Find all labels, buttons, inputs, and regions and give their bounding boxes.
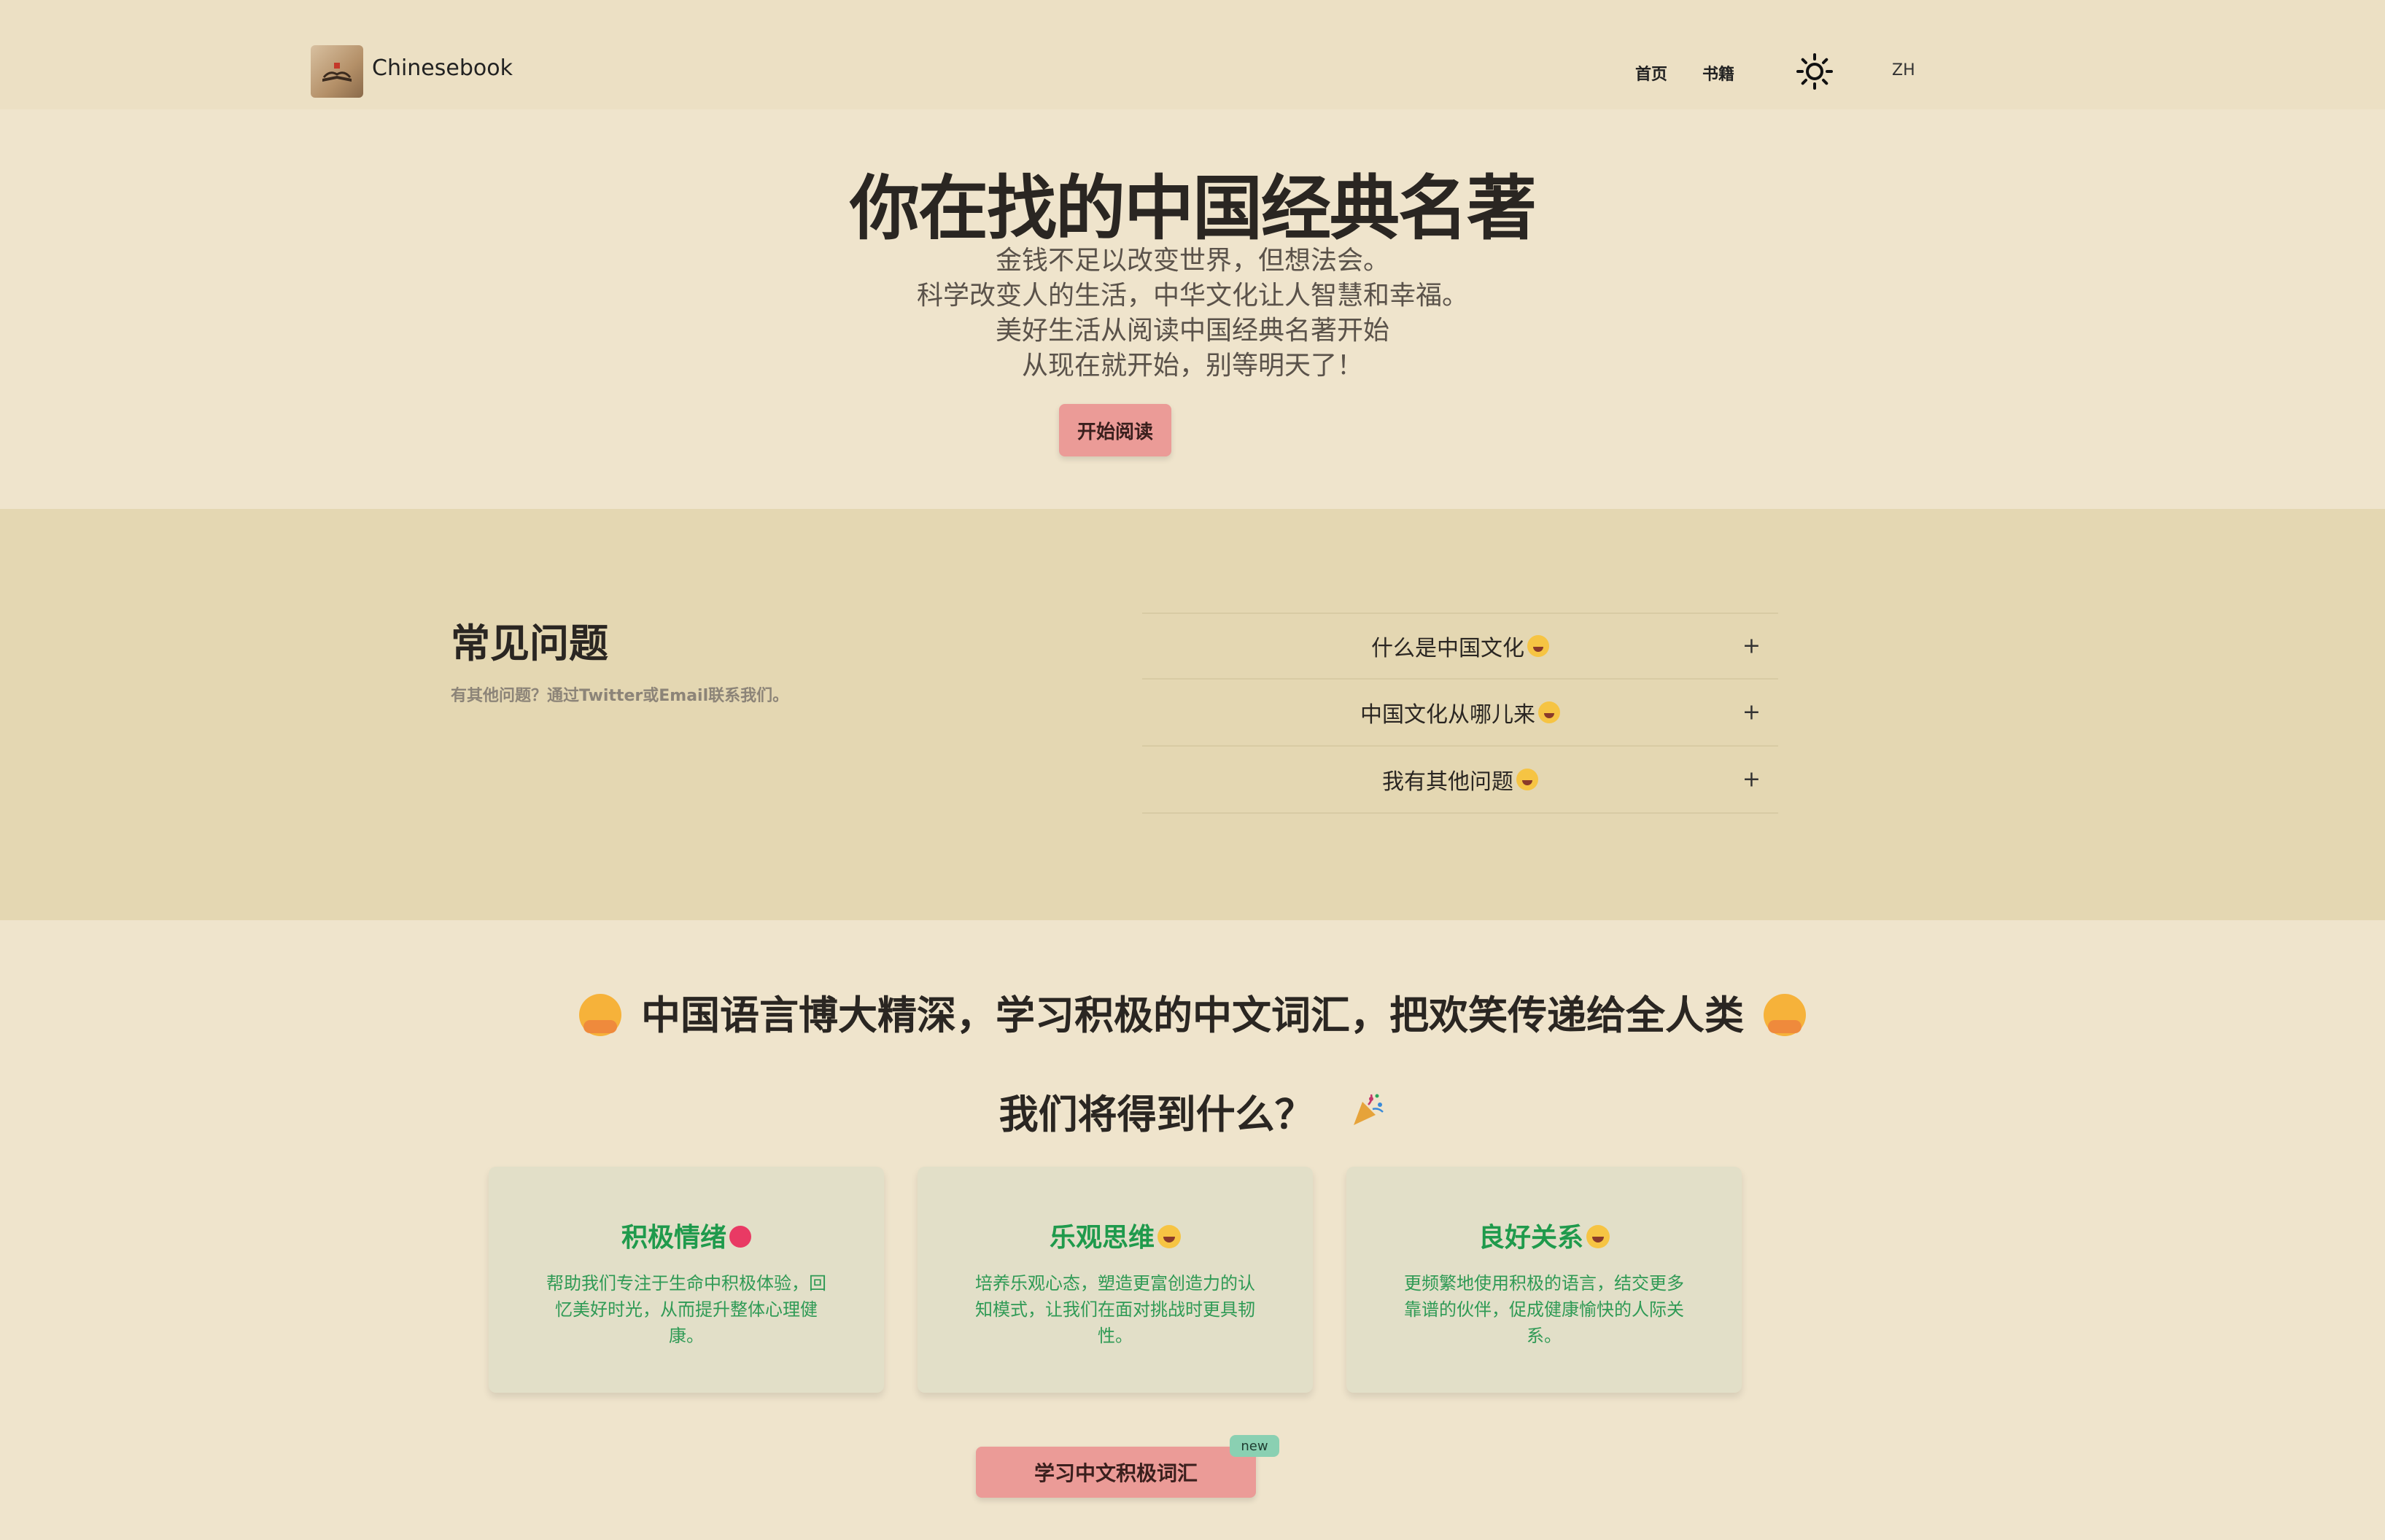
- faq-question: 中国文化从哪儿来: [1360, 702, 1535, 728]
- faq-title: 常见问题: [451, 621, 608, 666]
- benefit-card: 乐观思维 培养乐观心态，塑造更富创造力的认知模式，让我们在面对挑战时更具韧性。: [918, 1167, 1313, 1393]
- start-reading-button[interactable]: 开始阅读: [1059, 404, 1171, 456]
- hero-line: 科学改变人的生活，中华文化让人智慧和幸福。: [916, 281, 1468, 311]
- hero-line: 美好生活从阅读中国经典名著开始: [995, 316, 1389, 346]
- card-title: 良好关系: [1397, 1216, 1691, 1254]
- sun-icon[interactable]: [1796, 52, 1834, 90]
- language-switcher[interactable]: ZH: [1892, 61, 1915, 79]
- logo-book-icon[interactable]: [311, 45, 363, 98]
- new-badge: new: [1230, 1435, 1279, 1457]
- hugging-face-emoji-icon: [1763, 994, 1806, 1036]
- hero-title: 你在找的中国经典名著: [850, 168, 1537, 249]
- card-title: 乐观思维: [969, 1216, 1262, 1254]
- grinning-face-emoji-icon: [1516, 769, 1538, 790]
- smiling-face-emoji-icon: [1586, 1225, 1610, 1248]
- faq-item[interactable]: 中国文化从哪儿来 +: [1142, 680, 1778, 747]
- hero-description: 金钱不足以改变世界，但想法会。 科学改变人的生活，中华文化让人智慧和幸福。 美好…: [0, 244, 2385, 384]
- heart-emoji-icon: [729, 1226, 751, 1248]
- party-popper-emoji-icon: [1349, 1092, 1386, 1137]
- card-title-text: 积极情绪: [621, 1223, 726, 1253]
- faq-question: 我有其他问题: [1382, 769, 1513, 795]
- grinning-face-emoji-icon: [1157, 1225, 1181, 1248]
- tongue-face-emoji-icon: [1527, 635, 1549, 657]
- card-title-text: 良好关系: [1478, 1223, 1583, 1253]
- card-description: 更频繁地使用积极的语言，结交更多靠谱的伙伴，促成健康愉快的人际关系。: [1404, 1273, 1684, 1346]
- learn-vocab-button[interactable]: 学习中文积极词汇: [976, 1447, 1256, 1498]
- gain-heading: 我们将得到什么？: [0, 1082, 2385, 1140]
- plus-icon[interactable]: +: [1742, 634, 1761, 659]
- card-description: 培养乐观心态，塑造更富创造力的认知模式，让我们在面对挑战时更具韧性。: [975, 1273, 1255, 1346]
- card-description: 帮助我们专注于生命中积极体验，回忆美好时光，从而提升整体心理健康。: [546, 1273, 826, 1346]
- hugging-face-emoji-icon: [579, 994, 622, 1036]
- benefit-cards: 积极情绪 帮助我们专注于生命中积极体验，回忆美好时光，从而提升整体心理健康。 乐…: [489, 1167, 1889, 1393]
- faq-list: 什么是中国文化 + 中国文化从哪儿来 + 我有其他问题 +: [1142, 612, 1778, 814]
- faq-question: 什么是中国文化: [1371, 636, 1524, 661]
- benefit-card: 积极情绪 帮助我们专注于生命中积极体验，回忆美好时光，从而提升整体心理健康。: [489, 1167, 884, 1393]
- site-header: Chinesebook 首页 书籍 ZH: [0, 0, 2385, 109]
- faq-item[interactable]: 什么是中国文化 +: [1142, 612, 1778, 680]
- faq-item[interactable]: 我有其他问题 +: [1142, 747, 1778, 814]
- gain-heading-text: 我们将得到什么？: [998, 1092, 1314, 1138]
- card-title-text: 乐观思维: [1049, 1223, 1155, 1253]
- nav-books-link[interactable]: 书籍: [1702, 61, 1734, 85]
- hero-line: 金钱不足以改变世界，但想法会。: [995, 246, 1389, 276]
- plus-icon[interactable]: +: [1742, 767, 1761, 793]
- logo-text[interactable]: Chinesebook: [372, 55, 513, 81]
- hero-line: 从现在就开始，别等明天了！: [1021, 351, 1363, 381]
- plus-icon[interactable]: +: [1742, 700, 1761, 726]
- faq-subtitle: 有其他问题？通过Twitter或Email联系我们。: [451, 687, 789, 705]
- card-title: 积极情绪: [540, 1216, 833, 1254]
- benefit-card: 良好关系 更频繁地使用积极的语言，结交更多靠谱的伙伴，促成健康愉快的人际关系。: [1346, 1167, 1742, 1393]
- winking-face-emoji-icon: [1538, 701, 1560, 723]
- vocab-heading: 中国语言博大精深，学习积极的中文词汇，把欢笑传递给全人类: [0, 983, 2385, 1041]
- nav-home-link[interactable]: 首页: [1635, 61, 1667, 85]
- vocab-heading-text: 中国语言博大精深，学习积极的中文词汇，把欢笑传递给全人类: [641, 992, 1744, 1038]
